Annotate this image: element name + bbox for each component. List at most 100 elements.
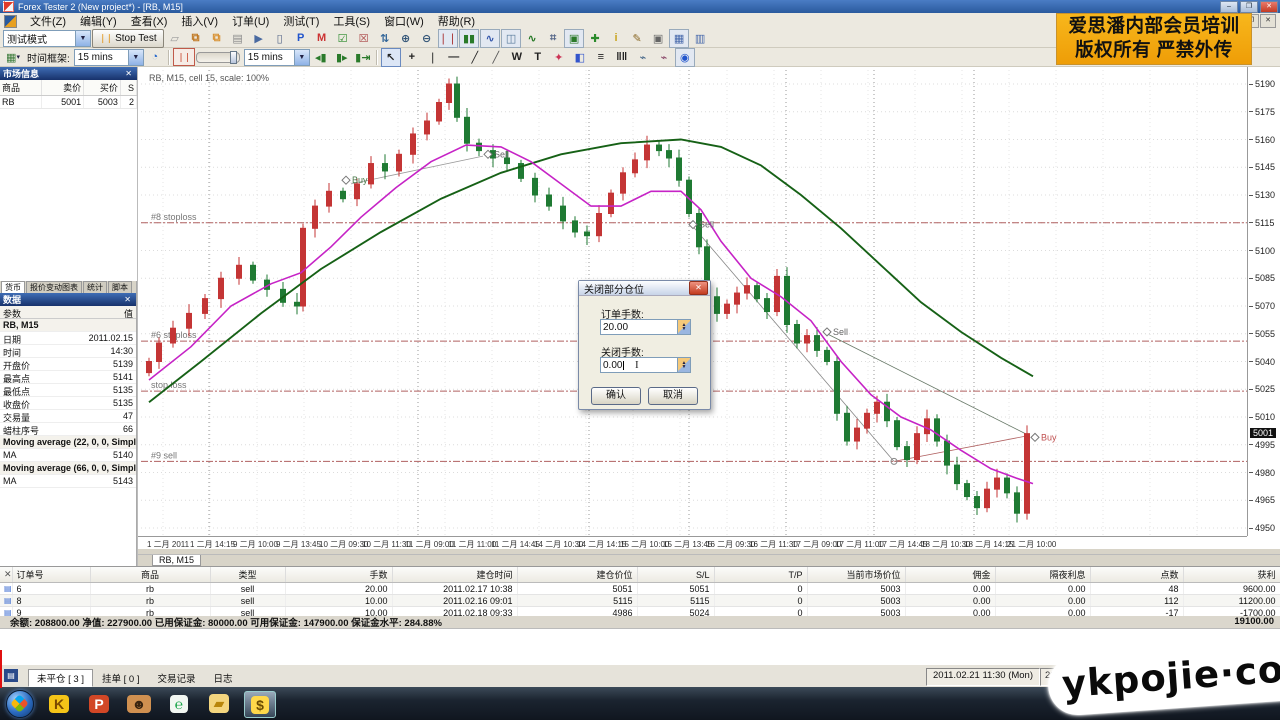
zoom-out-icon[interactable]: ⊖ (417, 29, 437, 48)
line-mode-icon[interactable]: ∿ (480, 29, 500, 48)
new-chart-icon[interactable]: ▦▾ (3, 48, 23, 67)
market-row[interactable]: RB500150032 (0, 96, 137, 109)
orders-col-12[interactable]: 点数 (1090, 567, 1183, 583)
levels-icon[interactable]: ⌗ (543, 29, 563, 48)
dialog-titlebar[interactable]: 关闭部分仓位 ✕ (579, 281, 710, 296)
step-forward-icon[interactable]: ▮▸ (332, 48, 352, 67)
app-avatar[interactable]: ☻ (124, 691, 154, 716)
menu-item-3[interactable]: 插入(V) (174, 12, 225, 30)
pause-test-button[interactable]: ❘❘ (173, 48, 195, 66)
list-icon[interactable]: ≡ (591, 48, 611, 67)
profile-icon[interactable]: ◫ (501, 29, 521, 48)
last-tool-icon[interactable]: ◉ (675, 48, 695, 67)
app-kuaibo[interactable]: K (44, 691, 74, 716)
menu-item-8[interactable]: 帮助(R) (431, 12, 482, 30)
cursor-icon[interactable]: ↖ (381, 48, 401, 67)
close-lots-spinner[interactable]: ▲▼ (677, 357, 691, 373)
order-row[interactable]: ▤8rbsell10.002011.02.16 09:0151155115050… (0, 595, 1280, 607)
orders-col-1[interactable]: 订单号 (12, 567, 90, 583)
menu-item-0[interactable]: 文件(Z) (23, 12, 73, 30)
bottom-tab-2[interactable]: 交易记录 (148, 669, 204, 687)
add-indicator-icon[interactable]: ✚ (585, 29, 605, 48)
test-mode-select[interactable]: 测试模式 ▼ (3, 30, 91, 47)
order-lots-input[interactable]: 20.00 (600, 319, 678, 335)
orders-col-10[interactable]: 佣金 (905, 567, 995, 583)
order-row[interactable]: ▤6rbsell20.002011.02.17 10:3850515051050… (0, 583, 1280, 595)
orders-col-3[interactable]: 类型 (210, 567, 285, 583)
crosshair-icon[interactable]: + (402, 48, 422, 67)
order-lots-spinner[interactable]: ▲▼ (677, 319, 691, 335)
zoom-in-icon[interactable]: ⊕ (396, 29, 416, 48)
step-back-icon[interactable]: ◂▮ (311, 48, 331, 67)
minimize-button[interactable]: – (1220, 1, 1238, 13)
speed-slider[interactable] (196, 52, 240, 63)
boxed-candle-icon[interactable]: ▣ (564, 29, 584, 48)
indicator-list-icon[interactable]: ∿ (522, 29, 542, 48)
market-watch-table[interactable]: 商品卖价买价SRB500150032 (0, 80, 137, 109)
left-tab-2[interactable]: 统计 (83, 281, 107, 293)
horizontal-line-icon[interactable]: — (444, 48, 464, 67)
sort-icon[interactable]: ⇅ (375, 29, 395, 48)
orders-table[interactable]: ✕订单号商品类型手数建仓时间建仓价位S/LT/P当前市场价位佣金隔夜利息点数获利… (0, 567, 1280, 619)
pitchfork-icon[interactable]: ⌁ (633, 48, 653, 67)
open-chart-icon[interactable]: ▱ (165, 29, 185, 48)
close-icon[interactable]: ✕ (689, 281, 708, 295)
orders-col-8[interactable]: T/P (714, 567, 807, 583)
app-money[interactable]: $ (244, 691, 276, 718)
left-tab-0[interactable]: 货币 (1, 281, 25, 293)
start-button[interactable] (6, 690, 34, 718)
text-icon[interactable]: T (528, 48, 548, 67)
copy-chart-icon[interactable]: ▤ (228, 29, 248, 48)
confirm-button[interactable]: 确认 (591, 387, 641, 405)
menu-item-1[interactable]: 编辑(Y) (73, 12, 124, 30)
menu-item-6[interactable]: 工具(S) (326, 12, 377, 30)
trendline-icon[interactable]: ╱ (465, 48, 485, 67)
maximize-button[interactable]: ❐ (1240, 1, 1258, 13)
cancel-button[interactable]: 取消 (648, 387, 698, 405)
table-icon[interactable]: ▥ (690, 29, 710, 48)
bottom-tab-1[interactable]: 挂单 [ 0 ] (93, 669, 148, 687)
close-icon[interactable]: ✕ (123, 69, 134, 78)
bars-mode-icon[interactable]: ❘❘ (438, 29, 458, 48)
wave-icon[interactable]: W (507, 48, 527, 67)
forward-icon[interactable]: ▶ (249, 29, 269, 48)
orders-col-4[interactable]: 手数 (285, 567, 392, 583)
chart-tab[interactable]: RB, M15 (152, 555, 201, 566)
close-button[interactable]: ✕ (1260, 1, 1278, 13)
paste-icon[interactable]: ⧉ (207, 29, 227, 48)
left-tab-1[interactable]: 报价变动图表 (26, 281, 82, 293)
figure-icon[interactable]: ✦ (549, 48, 569, 67)
stop-test-button[interactable]: ❘❘ Stop Test (92, 29, 164, 48)
timeframe-select[interactable]: 15 mins ▼ (74, 49, 144, 66)
project-p-icon[interactable]: P (291, 29, 311, 48)
check-doc-icon[interactable]: ☑ (333, 29, 353, 48)
close-panel-icon[interactable]: ✕ (0, 567, 12, 583)
bottom-tab-3[interactable]: 日志 (204, 669, 241, 687)
vertical-line-icon[interactable]: ❘ (423, 48, 443, 67)
menu-item-5[interactable]: 测试(T) (276, 12, 326, 30)
info-icon[interactable]: i (606, 29, 626, 48)
app-folder[interactable]: ▰ (204, 691, 234, 716)
bottom-tab-0[interactable]: 未平仓 [ 3 ] (28, 669, 93, 687)
slider-thumb[interactable] (230, 51, 237, 64)
app-browser-360[interactable]: ℮ (164, 691, 194, 716)
mdi-close-button[interactable]: ✕ (1260, 14, 1276, 28)
camera-icon[interactable]: ▣ (648, 29, 668, 48)
shapes-icon[interactable]: ◧ (570, 48, 590, 67)
channel-icon[interactable]: ⌁ (654, 48, 674, 67)
panel-icon[interactable]: ▤ (4, 669, 18, 682)
new-doc-icon[interactable]: ▯ (270, 29, 290, 48)
orders-col-11[interactable]: 隔夜利息 (995, 567, 1090, 583)
density-icon[interactable]: ‖‖ (612, 48, 632, 67)
orders-col-6[interactable]: 建仓价位 (517, 567, 637, 583)
orders-col-7[interactable]: S/L (637, 567, 714, 583)
left-tab-3[interactable]: 脚本 (108, 281, 132, 293)
close-icon[interactable]: ✕ (122, 295, 133, 304)
orders-col-13[interactable]: 获利 (1183, 567, 1280, 583)
app-powerpoint[interactable]: P (84, 691, 114, 716)
ray-icon[interactable]: ╱ (486, 48, 506, 67)
layout-icon[interactable]: ▦ (669, 29, 689, 48)
copy-icon[interactable]: ⧉ (186, 29, 206, 48)
menu-item-7[interactable]: 窗口(W) (377, 12, 431, 30)
orders-col-2[interactable]: 商品 (90, 567, 210, 583)
